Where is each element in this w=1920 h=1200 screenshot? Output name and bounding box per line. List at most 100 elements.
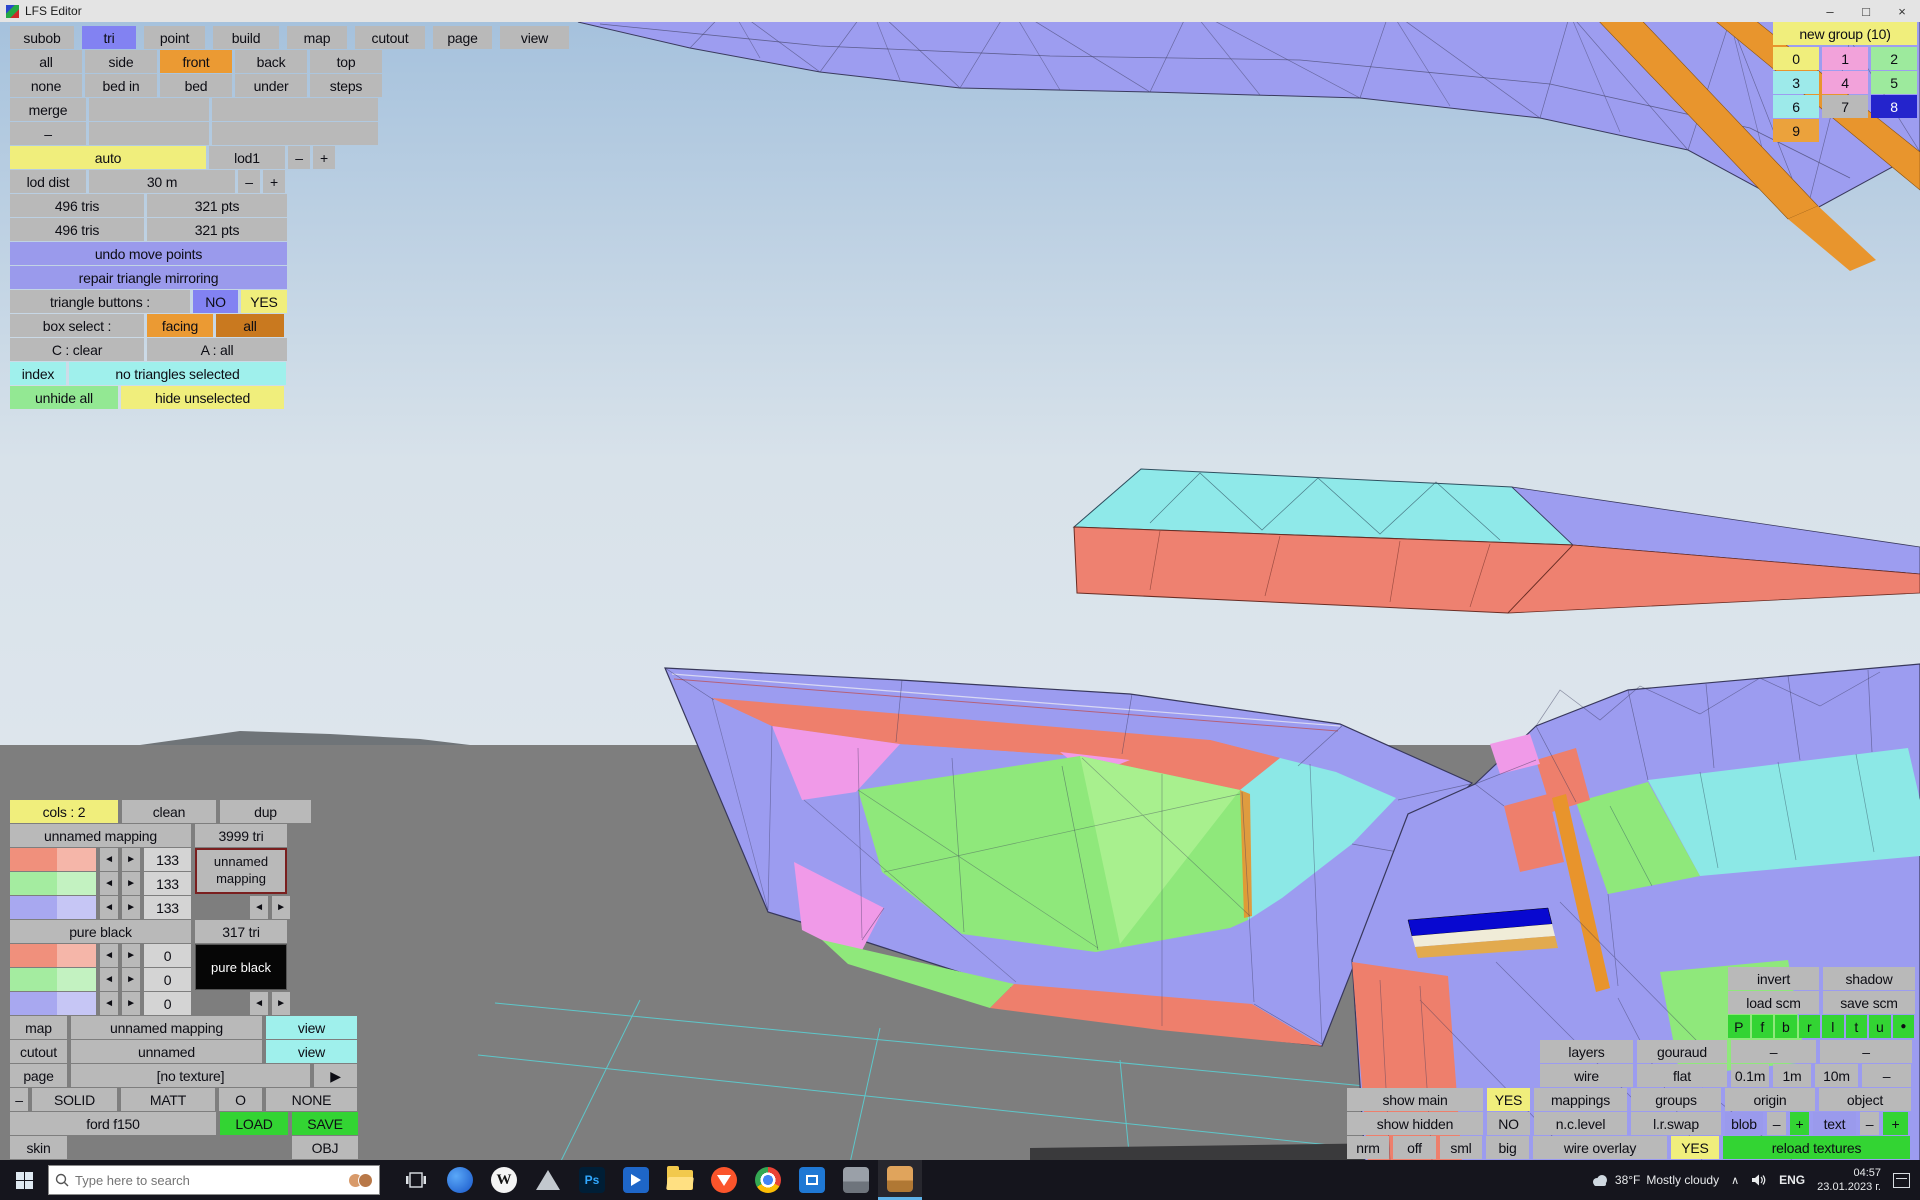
group-3[interactable]: 3 [1773,71,1819,94]
proj-p-button[interactable]: P [1728,1015,1750,1038]
lod-minus-button[interactable]: – [288,146,310,169]
group-4[interactable]: 4 [1822,71,1868,94]
clear-selection-button[interactable]: C : clear [10,338,144,361]
text-minus-button[interactable]: – [1860,1112,1879,1135]
wire-button[interactable]: wire [1540,1064,1633,1087]
big-button[interactable]: big [1486,1136,1529,1159]
next-arrow-button[interactable]: ► [122,872,140,895]
blob-minus-button[interactable]: – [1767,1112,1786,1135]
skin-button[interactable]: skin [10,1136,67,1159]
blue-tool-icon[interactable] [790,1160,834,1200]
empty-cell[interactable] [212,122,378,145]
new-group-button[interactable]: new group (10) [1773,22,1917,45]
lod-dist-plus-button[interactable]: + [263,170,285,193]
nc-level-button[interactable]: n.c.level [1534,1112,1627,1135]
color-swatch[interactable] [10,968,96,991]
empty-cell[interactable] [89,98,209,121]
proj-dot-button[interactable]: ● [1893,1015,1915,1038]
clean-button[interactable]: clean [122,800,216,823]
menu-cutout[interactable]: cutout [355,26,425,49]
proj-l-button[interactable]: l [1822,1015,1844,1038]
speaker-icon[interactable] [1751,1173,1767,1187]
proj-b-button[interactable]: b [1775,1015,1797,1038]
prev-arrow-button[interactable]: ◄ [100,992,118,1015]
lod1-button[interactable]: lod1 [209,146,285,169]
blob-plus-button[interactable]: + [1790,1112,1809,1135]
menu-subob[interactable]: subob [10,26,74,49]
cutout-value[interactable]: unnamed [71,1040,262,1063]
reload-textures-button[interactable]: reload textures [1723,1136,1910,1159]
lr-swap-button[interactable]: l.r.swap [1631,1112,1721,1135]
triangle-buttons-yes[interactable]: YES [241,290,287,313]
lod-dist-value[interactable]: 30 m [89,170,235,193]
next-arrow-button[interactable]: ► [122,944,140,967]
dist-10m-button[interactable]: 10m [1815,1064,1858,1087]
auto-button[interactable]: auto [10,146,206,169]
load-button[interactable]: LOAD [220,1112,288,1135]
triangle-buttons-no[interactable]: NO [193,290,238,313]
off-button[interactable]: off [1393,1136,1436,1159]
black-name[interactable]: pure black [10,920,191,943]
prev-arrow-button[interactable]: ◄ [100,872,118,895]
show-main-toggle[interactable]: YES [1487,1088,1530,1111]
blob-button[interactable]: blob [1725,1112,1763,1135]
menu-point[interactable]: point [144,26,205,49]
proj-t-button[interactable]: t [1846,1015,1868,1038]
page-texture-value[interactable]: [no texture] [71,1064,310,1087]
origin-button[interactable]: origin [1725,1088,1815,1111]
media-app-icon[interactable] [614,1160,658,1200]
proj-f-button[interactable]: f [1752,1015,1774,1038]
save-button[interactable]: SAVE [292,1112,358,1135]
tray-expand-icon[interactable]: ∧ [1731,1174,1739,1187]
group-7[interactable]: 7 [1822,95,1868,118]
triangle-app-icon[interactable] [526,1160,570,1200]
group-6[interactable]: 6 [1773,95,1819,118]
next-arrow-button[interactable]: ► [122,968,140,991]
modeler-app-icon[interactable] [878,1160,922,1200]
black-next-button[interactable]: ► [272,992,290,1015]
color-swatch[interactable] [10,992,96,1015]
file-explorer-icon[interactable] [658,1160,702,1200]
black-value[interactable]: 0 [144,944,191,967]
clock[interactable]: 04:57 23.01.2023 г. [1817,1166,1881,1194]
dash-button[interactable]: – [10,122,86,145]
menu-build[interactable]: build [213,26,279,49]
color-swatch[interactable] [10,896,96,919]
mapping-value[interactable]: 133 [144,896,191,919]
text-button[interactable]: text [1813,1112,1856,1135]
prev-arrow-button[interactable]: ◄ [100,896,118,919]
groups-button[interactable]: groups [1631,1088,1721,1111]
menu-page[interactable]: page [433,26,492,49]
next-arrow-button[interactable]: ► [122,992,140,1015]
view-side-button[interactable]: side [85,50,157,73]
group-9[interactable]: 9 [1773,119,1819,142]
section-under-button[interactable]: under [235,74,307,97]
close-button[interactable]: × [1884,0,1920,22]
map-value[interactable]: unnamed mapping [71,1016,262,1039]
dash-button[interactable]: – [1731,1040,1816,1063]
view-back-button[interactable]: back [235,50,307,73]
text-plus-button[interactable]: + [1883,1112,1908,1135]
black-prev-button[interactable]: ◄ [250,992,268,1015]
view-top-button[interactable]: top [310,50,382,73]
mapping-value[interactable]: 133 [144,848,191,871]
group-1[interactable]: 1 [1822,47,1868,70]
weather-widget[interactable]: 38°F Mostly cloudy [1591,1173,1719,1187]
dash-button[interactable]: – [1820,1040,1912,1063]
dup-button[interactable]: dup [220,800,311,823]
view-front-button[interactable]: front [160,50,232,73]
object-button[interactable]: object [1819,1088,1911,1111]
section-bed-in-button[interactable]: bed in [85,74,157,97]
show-hidden-toggle[interactable]: NO [1487,1112,1530,1135]
empty-cell[interactable] [89,122,209,145]
mapping-value[interactable]: 133 [144,872,191,895]
chrome-icon[interactable] [746,1160,790,1200]
proj-r-button[interactable]: r [1799,1015,1821,1038]
invert-button[interactable]: invert [1728,967,1819,990]
model-name[interactable]: ford f150 [10,1112,216,1135]
mapping-box[interactable]: unnamed mapping [195,848,287,894]
search-box[interactable] [48,1165,380,1195]
section-none-button[interactable]: none [10,74,82,97]
select-all-button[interactable]: A : all [147,338,287,361]
undo-move-points-button[interactable]: undo move points [10,242,287,265]
